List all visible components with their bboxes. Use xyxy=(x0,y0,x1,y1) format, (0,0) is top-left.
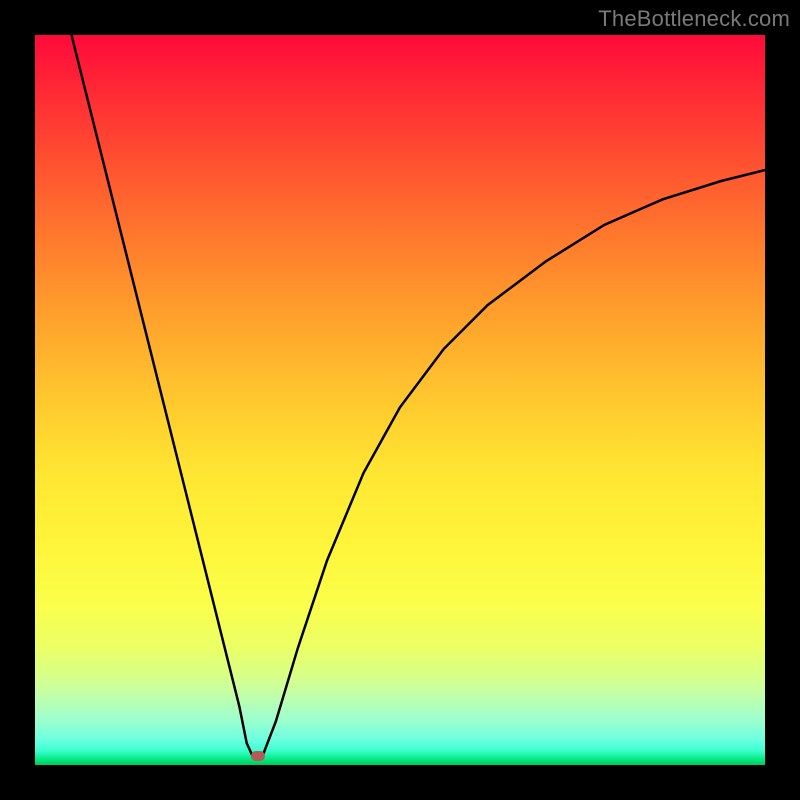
watermark-text: TheBottleneck.com xyxy=(598,6,790,32)
curve-right-branch xyxy=(261,170,765,759)
optimum-marker xyxy=(251,751,265,761)
curve-left-branch xyxy=(72,35,255,759)
plot-area xyxy=(35,35,765,765)
bottleneck-curve xyxy=(35,35,765,765)
chart-frame: TheBottleneck.com xyxy=(0,0,800,800)
